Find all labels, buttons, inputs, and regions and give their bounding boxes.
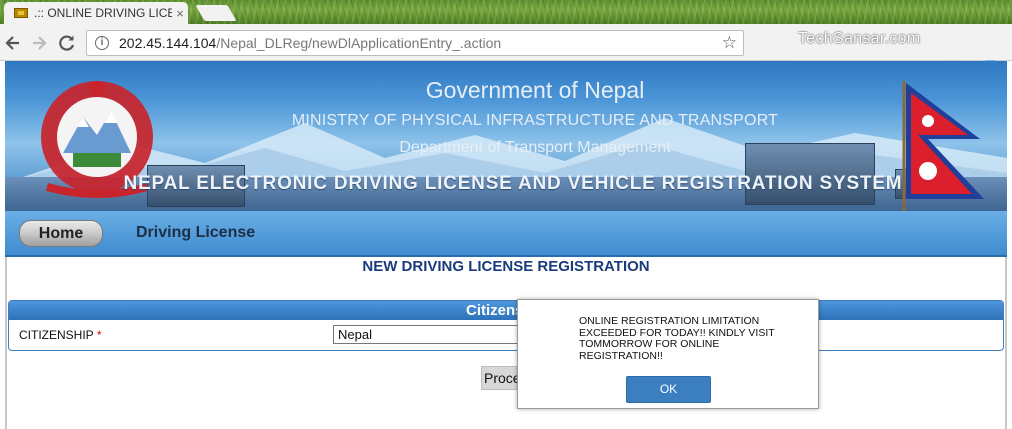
page-title: NEW DRIVING LICENSE REGISTRATION: [362, 258, 650, 275]
alert-dialog: ONLINE REGISTRATION LIMITATION EXCEEDED …: [517, 299, 819, 409]
favicon-icon: [14, 8, 28, 18]
citizenship-section: Citizenship CITIZENSHIP * Nepal: [8, 300, 1004, 351]
nepal-flag-icon: [902, 81, 984, 211]
menu-item-driving-license[interactable]: Driving License: [136, 224, 255, 242]
tab-title: .:: ONLINE DRIVING LICE: [34, 6, 172, 20]
department-title: Department of Transport Management: [399, 139, 671, 156]
citizenship-select[interactable]: Nepal: [333, 325, 533, 344]
section-header: Citizenship: [9, 301, 1003, 320]
main-menu-bar: Home Driving License: [5, 211, 1007, 257]
url-host: 202.45.144.104: [119, 35, 217, 51]
browser-tabstrip: .:: ONLINE DRIVING LICE ×: [0, 0, 1012, 24]
dialog-message: ONLINE REGISTRATION LIMITATION EXCEEDED …: [579, 315, 775, 362]
ok-button[interactable]: OK: [626, 376, 711, 403]
address-bar[interactable]: i 202.45.144.104 /Nepal_DLReg/newDlAppli…: [86, 30, 744, 56]
citizenship-label-text: CITIZENSHIP: [19, 328, 94, 342]
url-path: /Nepal_DLReg/newDlApplicationEntry_.acti…: [216, 35, 502, 51]
citizenship-label: CITIZENSHIP *: [19, 328, 101, 342]
info-icon[interactable]: i: [95, 36, 109, 50]
home-button[interactable]: Home: [19, 220, 103, 247]
back-arrow-icon[interactable]: [2, 32, 24, 54]
watermark: TechSansar.com: [798, 30, 921, 47]
reload-icon[interactable]: [56, 32, 78, 54]
star-icon[interactable]: ☆: [722, 33, 737, 53]
header-banner: Government of Nepal MINISTRY OF PHYSICAL…: [5, 61, 1007, 211]
government-title: Government of Nepal: [425, 77, 645, 103]
browser-tab[interactable]: .:: ONLINE DRIVING LICE ×: [4, 2, 188, 24]
ministry-title: MINISTRY OF PHYSICAL INFRASTRUCTURE AND …: [291, 112, 779, 129]
required-marker: *: [96, 328, 102, 342]
system-title: NEPAL ELECTRONIC DRIVING LICENSE AND VEH…: [123, 173, 903, 194]
tab-close-icon[interactable]: ×: [172, 6, 188, 21]
forward-arrow-icon[interactable]: [28, 32, 50, 54]
